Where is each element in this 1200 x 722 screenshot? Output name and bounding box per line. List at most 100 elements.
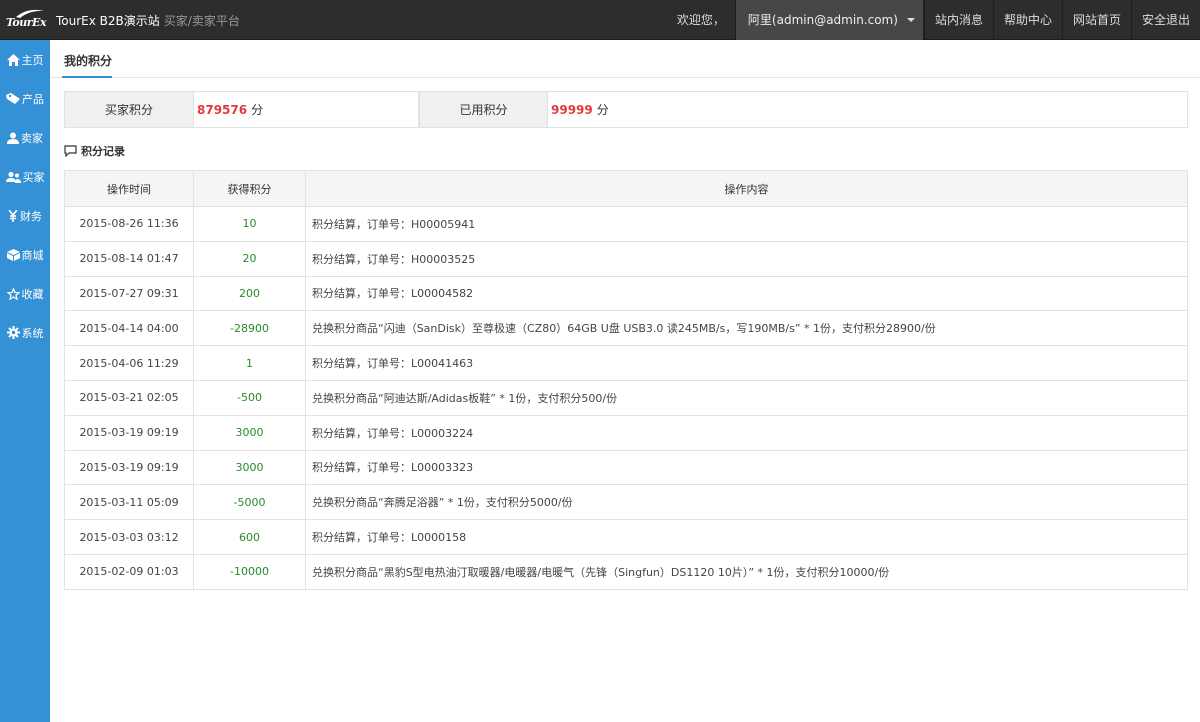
row-points: 600 <box>193 519 306 555</box>
row-description: 积分结算，订单号：H00003525 <box>305 240 1188 277</box>
sidebar-item-label: 主页 <box>21 53 44 67</box>
row-points: 200 <box>193 275 306 312</box>
gear-icon <box>6 326 20 339</box>
section-title-text: 积分记录 <box>81 145 125 158</box>
comment-icon <box>64 145 77 157</box>
page-header: 我的积分 <box>50 40 1200 78</box>
top-bar: TourEx TourEx B2B演示站 买家/卖家平台 欢迎您， 阿里(admi… <box>0 0 1200 40</box>
users-icon <box>5 171 21 183</box>
row-description: 积分结算，订单号：H00005941 <box>305 206 1188 242</box>
row-description: 积分结算，订单号：L00041463 <box>305 345 1188 381</box>
sidebar-item-mall[interactable]: 商城 <box>0 235 50 274</box>
points-summary: 买家积分 879576 分 已用积分 99999 分 <box>64 91 1188 128</box>
row-time: 2015-03-11 05:09 <box>64 484 194 521</box>
row-points: 20 <box>193 240 306 277</box>
site-name: TourEx B2B演示站 <box>56 14 160 28</box>
sidebar-item-system[interactable]: 系统 <box>0 313 50 352</box>
welcome-text: 欢迎您， <box>676 13 725 27</box>
column-header-time: 操作时间 <box>64 170 194 207</box>
row-points: -28900 <box>193 310 306 347</box>
points-unit: 分 <box>251 103 264 117</box>
table-row: 2015-04-06 11:29 1 积分结算，订单号：L00041463 <box>64 345 1188 381</box>
sidebar-item-label: 买家 <box>22 170 45 184</box>
table-row: 2015-04-14 04:00 -28900 兑换积分商品“闪迪（SanDisk）… <box>64 310 1188 347</box>
logo[interactable]: TourEx <box>6 9 47 31</box>
tag-icon <box>6 92 20 104</box>
table-row: 2015-03-19 09:19 3000 积分结算，订单号：L00003323 <box>64 449 1188 486</box>
sidebar-item-home[interactable]: 主页 <box>0 40 50 79</box>
sidebar-item-label: 产品 <box>22 92 44 106</box>
user-menu-dropdown[interactable]: 阿里(admin@admin.com) <box>734 0 924 40</box>
table-row: 2015-03-11 05:09 -5000 兑换积分商品“奔腾足浴器” * 1份，… <box>64 484 1188 521</box>
site-title: TourEx B2B演示站 买家/卖家平台 <box>56 12 240 29</box>
site-home-link[interactable]: 网站首页 <box>1061 0 1131 40</box>
column-header-content: 操作内容 <box>305 170 1188 207</box>
row-points: 10 <box>193 206 306 242</box>
sidebar-item-buyers[interactable]: 买家 <box>0 157 50 196</box>
used-points-label: 已用积分 <box>419 92 548 127</box>
table-row: 2015-02-09 01:03 -10000 兑换积分商品“黑豹S型电热油汀取暖器… <box>64 553 1188 590</box>
row-description: 兑换积分商品“黑豹S型电热油汀取暖器/电暖器/电暖气（先锋（Singfun）DS… <box>305 553 1188 590</box>
sidebar-item-label: 系统 <box>21 326 44 340</box>
row-time: 2015-02-09 01:03 <box>64 553 194 590</box>
used-points-value-cell: 99999 分 <box>548 92 1187 127</box>
row-time: 2015-04-06 11:29 <box>64 345 194 381</box>
box-icon <box>6 248 20 261</box>
sidebar-item-label: 财务 <box>20 209 42 223</box>
row-time: 2015-04-14 04:00 <box>64 310 194 347</box>
user-icon <box>7 132 19 144</box>
row-points: -500 <box>193 379 306 416</box>
sidebar-item-sellers[interactable]: 卖家 <box>0 118 50 157</box>
row-points: -10000 <box>193 553 306 590</box>
row-time: 2015-03-19 09:19 <box>64 414 194 451</box>
used-points-value: 99999 <box>551 102 593 117</box>
row-description: 积分结算，订单号：L00003323 <box>305 449 1188 486</box>
row-time: 2015-08-14 01:47 <box>64 240 194 277</box>
buyer-points-value-cell: 879576 分 <box>194 92 419 127</box>
page-title: 我的积分 <box>64 54 113 68</box>
site-subtitle: 买家/卖家平台 <box>163 14 240 28</box>
row-time: 2015-07-27 09:31 <box>64 275 194 312</box>
section-title: 积分记录 <box>64 143 125 159</box>
row-description: 兑换积分商品“闪迪（SanDisk）至尊极速（CZ80）64GB U盘 USB3… <box>305 310 1188 347</box>
messages-link[interactable]: 站内消息 <box>923 0 993 40</box>
table-row: 2015-08-26 11:36 10 积分结算，订单号：H00005941 <box>64 206 1188 242</box>
top-nav: 欢迎您， 阿里(admin@admin.com) 站内消息 帮助中心 网站首页 … <box>667 0 1200 40</box>
points-records-table: 操作时间 获得积分 操作内容 2015-08-26 11:36 10 积分结算，订单… <box>64 170 1188 590</box>
sidebar-item-favorites[interactable]: 收藏 <box>0 274 50 313</box>
table-row: 2015-03-19 09:19 3000 积分结算，订单号：L00003224 <box>64 414 1188 451</box>
sidebar: 主页 产品 卖家 买家 财务 商城 收藏 系统 <box>0 40 50 722</box>
row-time: 2015-03-19 09:19 <box>64 449 194 486</box>
sidebar-item-label: 收藏 <box>21 287 44 301</box>
column-header-points: 获得积分 <box>193 170 306 207</box>
table-row: 2015-08-14 01:47 20 积分结算，订单号：H00003525 <box>64 240 1188 277</box>
row-description: 积分结算，订单号：L0000158 <box>305 519 1188 555</box>
table-row: 2015-03-03 03:12 600 积分结算，订单号：L0000158 <box>64 519 1188 555</box>
caret-down-icon <box>906 18 915 22</box>
help-center-link[interactable]: 帮助中心 <box>992 0 1062 40</box>
row-points: 1 <box>193 345 306 381</box>
table-row: 2015-07-27 09:31 200 积分结算，订单号：L00004582 <box>64 275 1188 312</box>
logo-text: TourEx <box>6 16 47 29</box>
row-description: 兑换积分商品“阿迪达斯/Adidas板鞋” * 1份，支付积分500/份 <box>305 379 1188 416</box>
sidebar-item-finance[interactable]: 财务 <box>0 196 50 235</box>
row-description: 积分结算，订单号：L00003224 <box>305 414 1188 451</box>
star-icon <box>6 287 20 300</box>
logout-link[interactable]: 安全退出 <box>1130 0 1200 40</box>
row-points: -5000 <box>193 484 306 521</box>
row-time: 2015-03-03 03:12 <box>64 519 194 555</box>
row-description: 兑换积分商品“奔腾足浴器” * 1份，支付积分5000/份 <box>305 484 1188 521</box>
table-row: 2015-03-21 02:05 -500 兑换积分商品“阿迪达斯/Adidas板鞋… <box>64 379 1188 416</box>
main-content: 我的积分 买家积分 879576 分 已用积分 99999 分 积分记录 操作时… <box>50 40 1200 722</box>
yen-icon <box>8 209 18 222</box>
home-icon <box>6 53 20 66</box>
sidebar-item-products[interactable]: 产品 <box>0 79 50 118</box>
user-name: 阿里(admin@admin.com) <box>747 13 898 27</box>
row-points: 3000 <box>193 414 306 451</box>
row-time: 2015-03-21 02:05 <box>64 379 194 416</box>
sidebar-item-label: 卖家 <box>21 131 43 145</box>
buyer-points-label: 买家积分 <box>65 92 194 127</box>
sidebar-item-label: 商城 <box>21 248 44 262</box>
points-unit: 分 <box>596 103 609 117</box>
title-underline <box>62 76 112 78</box>
